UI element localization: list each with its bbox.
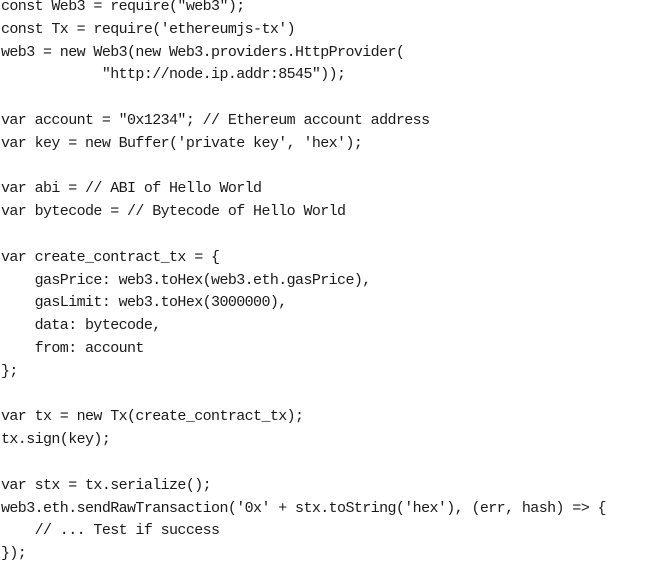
code-line: var key = new Buffer('private key', 'hex… xyxy=(1,134,363,152)
code-line: gasLimit: web3.toHex(3000000), xyxy=(1,294,288,312)
code-line: }); xyxy=(1,545,27,563)
code-line: // ... Test if success xyxy=(1,522,220,540)
code-line: const Tx = require('ethereumjs-tx') xyxy=(1,20,296,38)
code-line: "http://node.ip.addr:8545")); xyxy=(1,66,346,84)
code-line: var create_contract_tx = { xyxy=(1,248,220,266)
code-line: web3 = new Web3(new Web3.providers.HttpP… xyxy=(1,43,405,61)
code-line: web3.eth.sendRawTransaction('0x' + stx.t… xyxy=(1,499,607,517)
code-line: gasPrice: web3.toHex(web3.eth.gasPrice), xyxy=(1,271,372,289)
code-line: var stx = tx.serialize(); xyxy=(1,476,212,494)
code-line: var account = "0x1234"; // Ethereum acco… xyxy=(1,112,430,129)
code-line: data: bytecode, xyxy=(1,317,162,335)
code-listing: const Web3 = require("web3"); const Tx =… xyxy=(0,0,648,567)
code-line: var bytecode = // Bytecode of Hello Worl… xyxy=(1,203,346,221)
code-line: tx.sign(key); xyxy=(1,431,111,449)
code-line: from: account xyxy=(1,340,145,357)
code-line: const Web3 = require("web3"); xyxy=(1,0,245,15)
code-line: var abi = // ABI of Hello World xyxy=(1,180,262,198)
code-line: var tx = new Tx(create_contract_tx); xyxy=(1,408,304,426)
code-line: }; xyxy=(1,362,18,380)
